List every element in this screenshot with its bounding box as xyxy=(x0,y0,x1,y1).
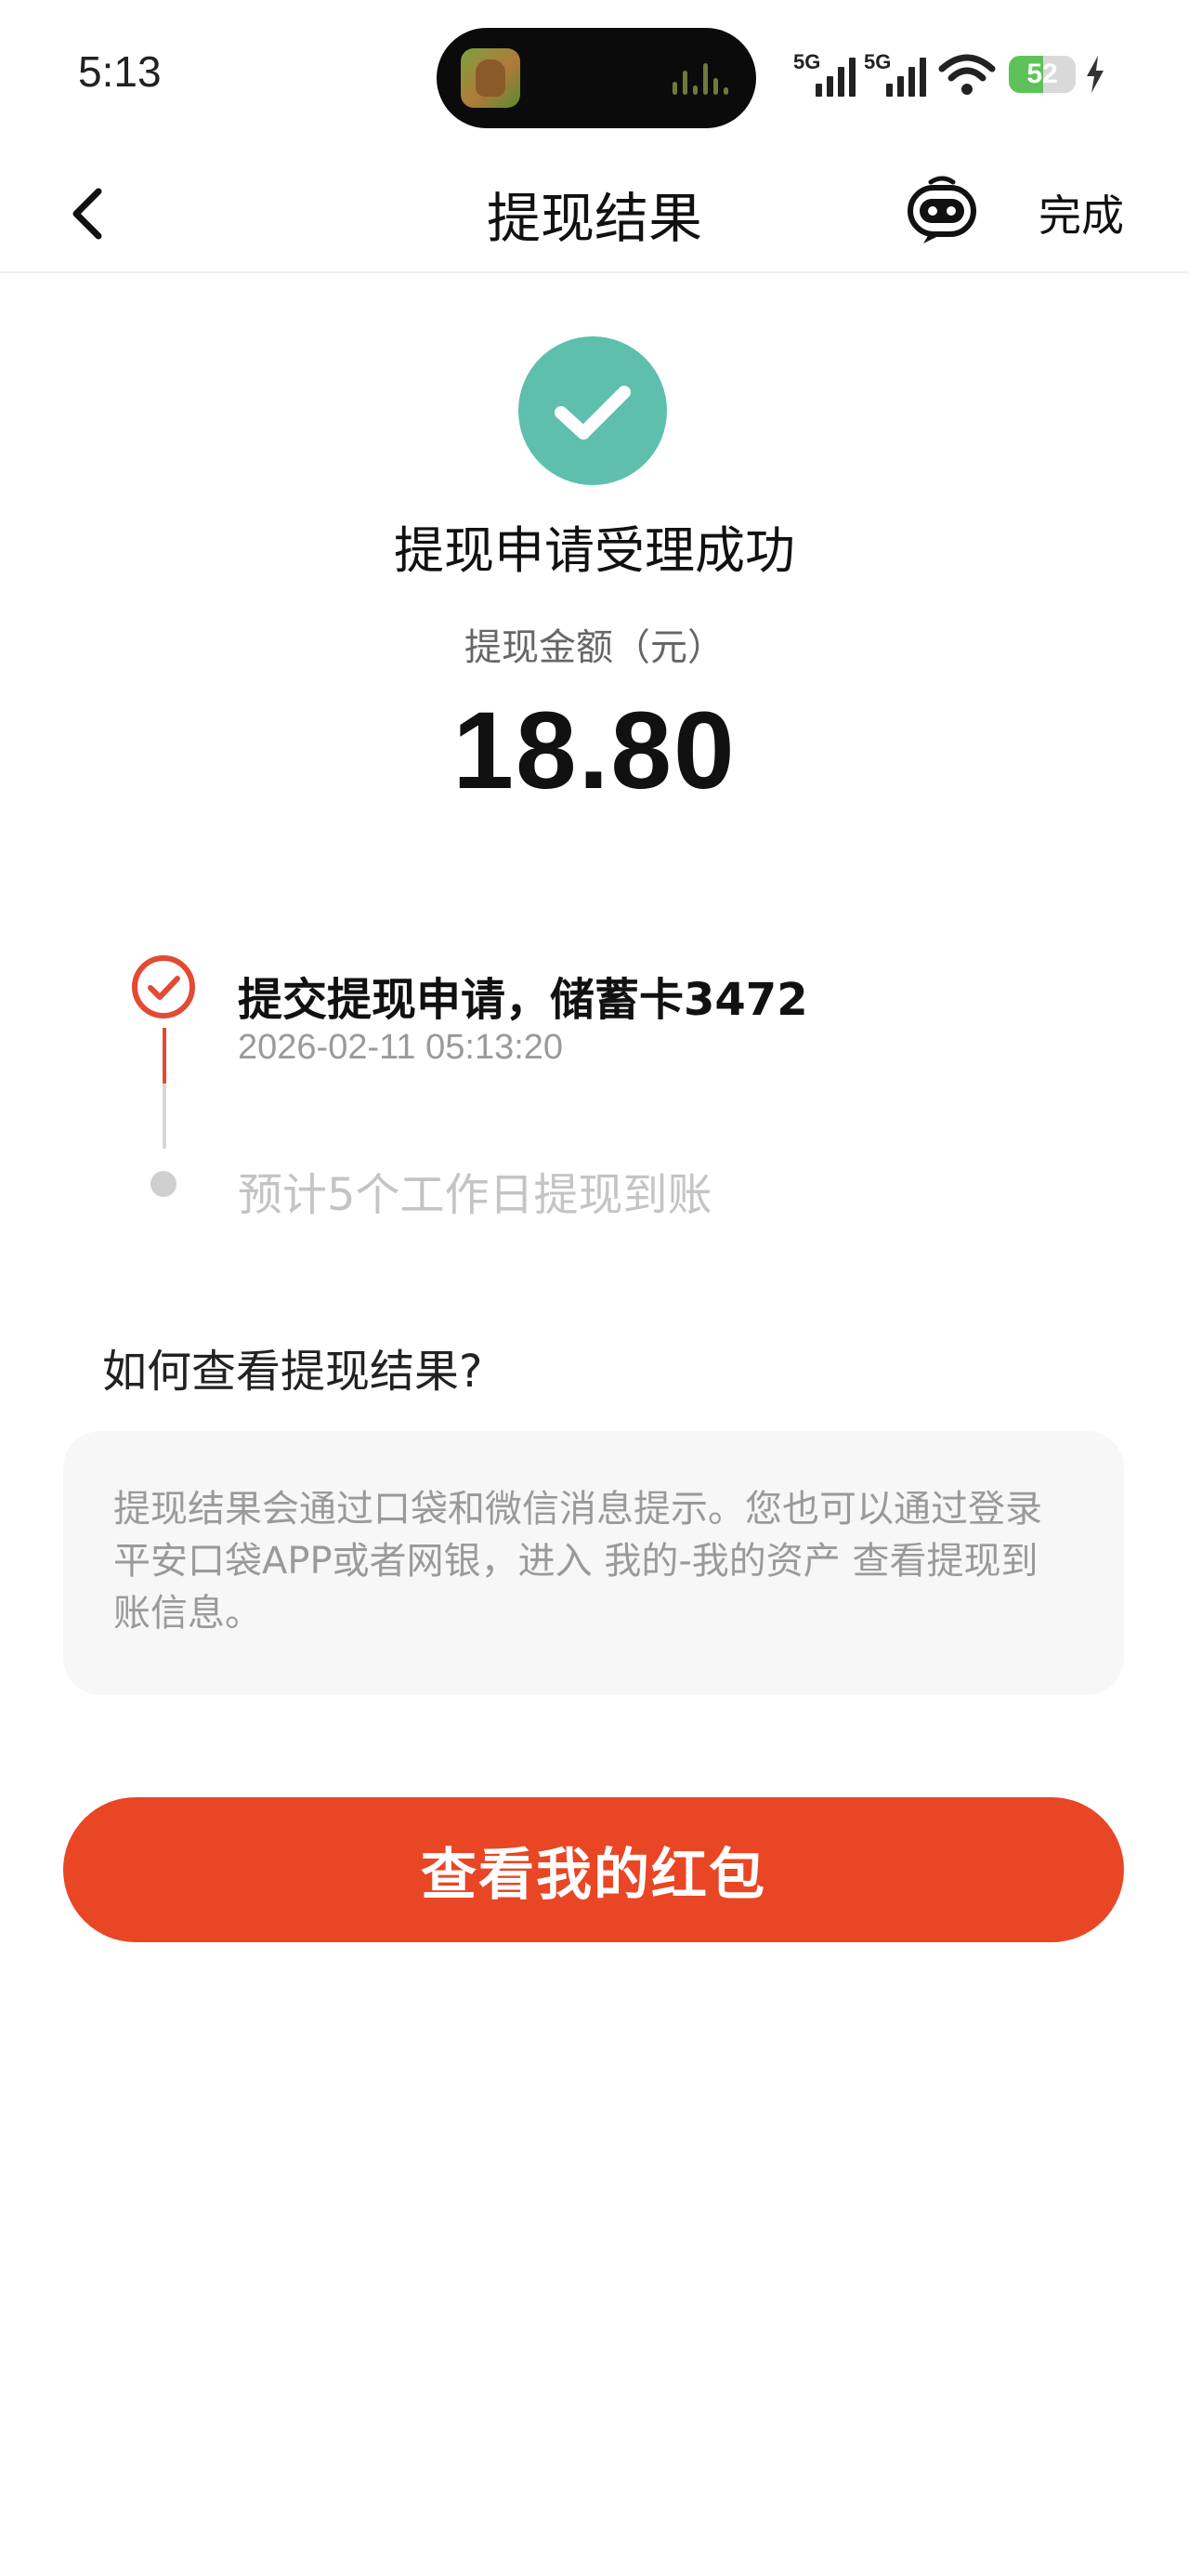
charging-bolt-icon xyxy=(1087,56,1104,93)
live-activity-app-icon xyxy=(461,48,520,108)
status-bar: 5:13 5G 5G 52 xyxy=(0,0,1189,149)
view-red-packets-button[interactable]: 查看我的红包 xyxy=(63,1797,1124,1942)
cellular-signal-1-icon: 5G xyxy=(793,50,866,97)
dynamic-island[interactable] xyxy=(437,28,756,128)
withdrawal-result-page: 5:13 5G 5G 52 提现结果 完成 提现申请受理成功 提现金额（元） 1… xyxy=(0,0,1189,2576)
step-submitted-time: 2026-02-11 05:13:20 xyxy=(238,1028,564,1067)
timeline-connector-done xyxy=(163,1028,166,1084)
status-time: 5:13 xyxy=(78,47,162,96)
timeline-connector-pending xyxy=(163,1084,166,1149)
battery-icon: 52 xyxy=(1009,56,1076,93)
step-submitted-title: 提交提现申请，储蓄卡3472 xyxy=(238,974,808,1026)
nav-bar: 提现结果 完成 xyxy=(0,149,1189,273)
amount-value: 18.80 xyxy=(452,690,737,812)
amount-label: 提现金额（元） xyxy=(464,626,725,669)
audio-wave-icon xyxy=(673,61,728,95)
assistant-button[interactable] xyxy=(903,173,981,247)
step-expected-arrival-title: 预计5个工作日提现到账 xyxy=(238,1169,712,1221)
check-circle-icon xyxy=(518,336,667,485)
robot-face-icon xyxy=(908,176,976,243)
cellular-signal-2-icon: 5G xyxy=(864,50,936,97)
check-circle-outline-icon xyxy=(132,955,195,1019)
help-title: 如何查看提现结果? xyxy=(102,1346,483,1398)
help-info-box: 提现结果会通过口袋和微信消息提示。您也可以通过登录平安口袋APP或者网银，进入 … xyxy=(63,1431,1124,1695)
pending-step-dot xyxy=(150,1171,176,1197)
done-button[interactable]: 完成 xyxy=(1039,182,1124,243)
wifi-icon xyxy=(938,54,996,95)
status-icons: 5G 5G 52 xyxy=(793,45,1111,100)
help-text: 提现结果会通过口袋和微信消息提示。您也可以通过登录平安口袋APP或者网银，进入 … xyxy=(113,1488,1042,1635)
battery-level: 52 xyxy=(1026,59,1058,89)
success-title: 提现申请受理成功 xyxy=(394,521,795,580)
page-title: 提现结果 xyxy=(486,187,702,250)
